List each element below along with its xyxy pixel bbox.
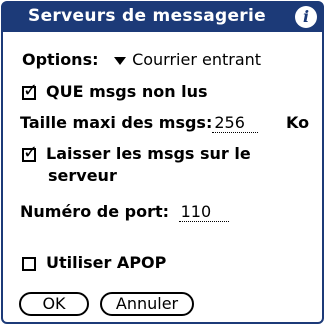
taille-row: Taille maxi des msgs: 256 — [20, 113, 259, 133]
title-bar: Serveurs de messagerie i — [2, 2, 323, 32]
check-icon: ✓ — [23, 141, 39, 163]
port-label: Numéro de port: — [20, 202, 170, 221]
laisser-label-line2: serveur — [48, 166, 117, 185]
apop-checkbox[interactable] — [22, 256, 36, 271]
taille-unit: Ko — [286, 113, 310, 132]
options-row: Options: Courrier entrant — [22, 50, 261, 70]
que-non-lus-row[interactable]: ✓ QUE msgs non lus — [22, 81, 208, 102]
options-dropdown[interactable]: Courrier entrant — [104, 50, 261, 69]
info-icon[interactable]: i — [295, 6, 317, 28]
dialog-title: Serveurs de messagerie — [28, 6, 266, 26]
laisser-row[interactable]: ✓ Laisser les msgs sur le — [22, 143, 251, 164]
taille-label: Taille maxi des msgs: — [20, 113, 213, 132]
laisser-checkbox[interactable]: ✓ — [22, 143, 38, 162]
options-label: Options: — [22, 50, 99, 69]
annuler-button[interactable]: Annuler — [100, 292, 194, 316]
taille-input[interactable]: 256 — [212, 114, 259, 133]
port-row: Numéro de port: 110 — [20, 202, 229, 222]
apop-label: Utiliser APOP — [46, 253, 167, 272]
ok-button[interactable]: OK — [19, 292, 89, 316]
laisser-label-line1: Laisser les msgs sur le — [46, 144, 251, 163]
dropdown-triangle-icon — [114, 56, 127, 65]
que-non-lus-label: QUE msgs non lus — [46, 82, 208, 101]
que-non-lus-checkbox[interactable]: ✓ — [22, 81, 38, 100]
apop-row[interactable]: Utiliser APOP — [22, 253, 166, 273]
port-input[interactable]: 110 — [178, 203, 229, 222]
check-icon: ✓ — [23, 79, 39, 101]
options-selected-value: Courrier entrant — [132, 50, 262, 69]
